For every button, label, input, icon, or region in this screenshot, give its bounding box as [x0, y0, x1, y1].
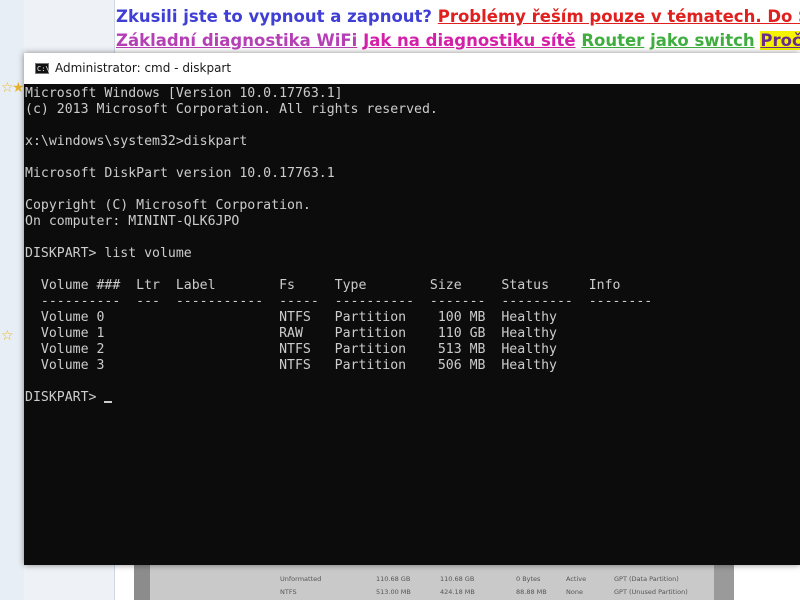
router-as-switch-link-part2[interactable]: jako switch: [650, 31, 755, 50]
console-line: DISKPART> list volume: [25, 246, 192, 261]
photo-cell: NTFS: [280, 588, 297, 596]
cmd-window[interactable]: C:\ Administrator: cmd - diskpart Micros…: [24, 53, 800, 565]
photo-cell: Active: [566, 575, 587, 583]
volume-table-row: Volume 0 NTFS Partition 100 MB Healthy: [25, 310, 557, 325]
console-line: Microsoft Windows [Version 10.0.17763.1]: [25, 86, 343, 101]
console-output: Microsoft Windows [Version 10.0.17763.1]…: [25, 86, 652, 406]
photo-cell: Unformatted: [280, 575, 322, 583]
volume-table-row: Volume 2 NTFS Partition 513 MB Healthy: [25, 342, 557, 357]
photo-cell: 513.00 MB: [376, 588, 411, 596]
console-line: On computer: MININT-QLK6JPO: [25, 214, 240, 229]
page-question-text: Zkusili jste to vypnout a zapnout?: [116, 7, 432, 26]
console-area[interactable]: Microsoft Windows [Version 10.0.17763.1]…: [24, 84, 800, 565]
volume-table-row: Volume 3 NTFS Partition 506 MB Healthy: [25, 358, 557, 373]
photo-cell: 110.68 GB: [440, 575, 475, 583]
cmd-icon[interactable]: C:\: [35, 63, 50, 74]
volume-table-separator: ---------- --- ----------- ----- -------…: [25, 294, 653, 309]
window-titlebar[interactable]: C:\ Administrator: cmd - diskpart: [24, 53, 800, 85]
star-icon: ★: [12, 80, 25, 96]
volume-table-row: Volume 1 RAW Partition 110 GB Healthy: [25, 326, 557, 341]
photo-row: NTFS 513.00 MB 424.18 MB 88.88 MB None G…: [134, 588, 734, 598]
wifi-diagnostics-link[interactable]: Základní diagnostika WiFi: [116, 31, 357, 50]
page-topics-link[interactable]: Problémy řeším pouze v tématech. Do S: [438, 7, 800, 26]
network-diagnostics-link[interactable]: Jak na diagnostiku sítě: [363, 31, 576, 50]
volume-table-header: Volume ### Ltr Label Fs Type Size Status…: [25, 278, 621, 293]
photo-cell: 424.18 MB: [440, 588, 475, 596]
photo-cell: 110.68 GB: [376, 575, 411, 583]
photo-cell: GPT (Unused Partition): [614, 588, 688, 596]
text-cursor: [104, 401, 113, 403]
photo-cell: 0 Bytes: [516, 575, 541, 583]
page-header-line-2: Základní diagnostika WiFi Jak na diagnos…: [116, 31, 800, 50]
star-icon: ☆: [1, 328, 14, 344]
background-photo: Unformatted 110.68 GB 110.68 GB 0 Bytes …: [134, 565, 734, 600]
photo-cell: GPT (Data Partition): [614, 575, 679, 583]
command-prompt-line[interactable]: DISKPART>: [25, 390, 652, 406]
photo-cell: 88.88 MB: [516, 588, 547, 596]
console-line: (c) 2013 Microsoft Corporation. All righ…: [25, 102, 438, 117]
window-title: Administrator: cmd - diskpart: [55, 61, 232, 75]
page-header-line-1: Zkusili jste to vypnout a zapnout? Probl…: [116, 7, 800, 26]
console-line: Microsoft DiskPart version 10.0.17763.1: [25, 166, 335, 181]
diskpart-prompt: DISKPART>: [25, 390, 105, 405]
router-as-switch-link[interactable]: Router: [581, 31, 644, 50]
photo-edge-right: [714, 565, 734, 600]
console-line: Copyright (C) Microsoft Corporation.: [25, 198, 311, 213]
photo-row: Unformatted 110.68 GB 110.68 GB 0 Bytes …: [134, 575, 734, 585]
console-line: x:\windows\system32>diskpart: [25, 134, 248, 149]
photo-cell: None: [566, 588, 583, 596]
why-link[interactable]: Proč: [760, 31, 800, 50]
